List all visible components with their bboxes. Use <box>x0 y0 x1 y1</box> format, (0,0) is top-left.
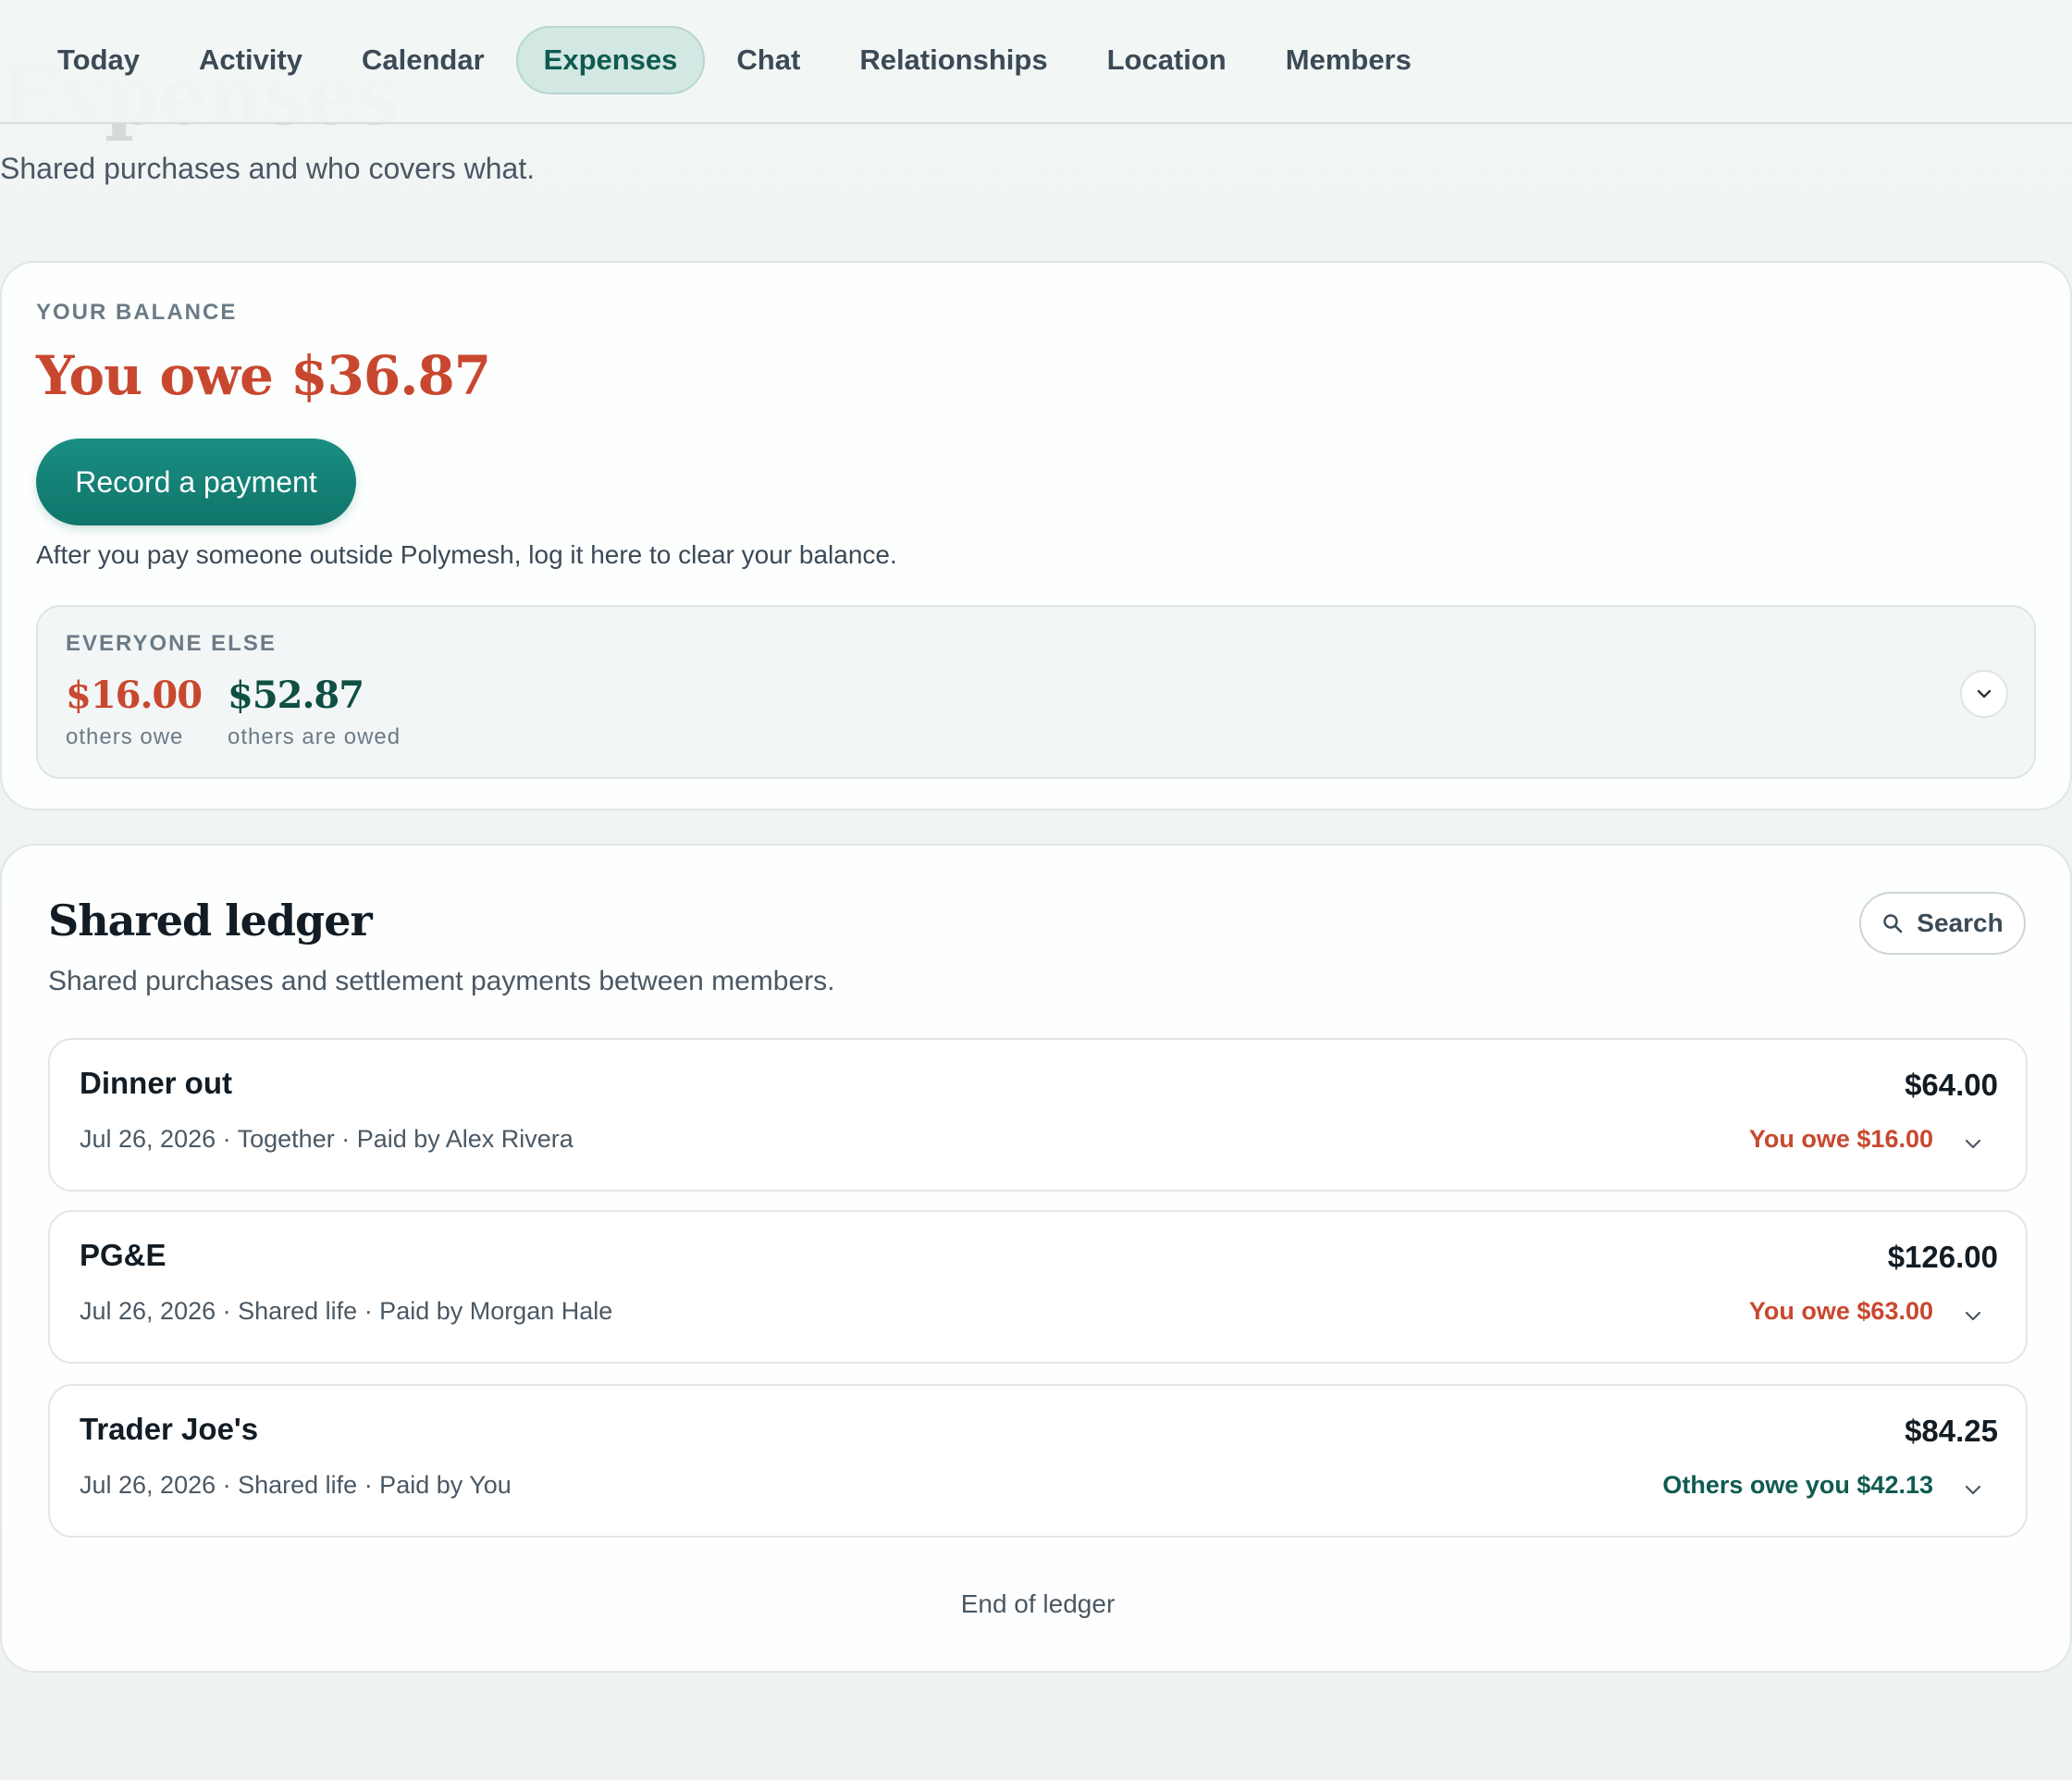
nav-tabs: Today Activity Calendar Expenses Chat Re… <box>30 26 1439 94</box>
ledger-title: Shared ledger <box>48 896 373 946</box>
tab-expenses[interactable]: Expenses <box>515 26 706 94</box>
tab-relationships[interactable]: Relationships <box>832 26 1075 94</box>
tab-chat[interactable]: Chat <box>709 26 828 94</box>
chevron-down-icon[interactable] <box>1959 1477 1987 1504</box>
ledger-entry-dinner-out[interactable]: Dinner out Jul 26, 2026 · Together · Pai… <box>48 1038 2028 1192</box>
chevron-down-icon <box>1977 689 1992 698</box>
balance-help-text: After you pay someone outside Polymesh, … <box>36 540 897 569</box>
entry-name: PG&E <box>80 1238 166 1272</box>
chevron-down-icon[interactable] <box>1959 1303 1987 1330</box>
entry-name: Trader Joe's <box>80 1412 259 1446</box>
entry-amount: $64.00 <box>1905 1068 1998 1102</box>
entry-amount: $84.25 <box>1905 1414 1998 1448</box>
entry-status: You owe $63.00 <box>1748 1297 1933 1325</box>
balance-card: YOUR BALANCE You owe $36.87 Record a pay… <box>0 261 2072 810</box>
entry-meta: Jul 26, 2026 · Shared life · Paid by You <box>80 1471 512 1499</box>
everyone-else-eyebrow: EVERYONE ELSE <box>66 631 277 656</box>
others-owed-label: others are owed <box>228 724 401 749</box>
entry-meta: Jul 26, 2026 · Shared life · Paid by Mor… <box>80 1297 613 1325</box>
search-icon <box>1883 914 1903 933</box>
entry-status: You owe $16.00 <box>1748 1125 1933 1153</box>
tab-activity[interactable]: Activity <box>171 26 330 94</box>
ledger-entry-pge[interactable]: PG&E Jul 26, 2026 · Shared life · Paid b… <box>48 1210 2028 1364</box>
expenses-page: Today Activity Calendar Expenses Chat Re… <box>0 0 2072 1780</box>
entry-amount: $126.00 <box>1887 1240 1998 1274</box>
page-subtitle: Shared purchases and who covers what. <box>0 152 536 185</box>
record-payment-button[interactable]: Record a payment <box>36 439 356 525</box>
tab-today[interactable]: Today <box>30 26 167 94</box>
ledger-subtitle: Shared purchases and settlement payments… <box>48 966 835 996</box>
search-label: Search <box>1917 909 2004 937</box>
others-owed-value: $52.87 <box>228 674 364 717</box>
expand-others-button[interactable] <box>1960 670 2008 718</box>
end-of-ledger-note: End of ledger <box>960 1589 1116 1618</box>
others-owe-stat: $16.00 others owe <box>66 674 203 750</box>
entry-meta: Jul 26, 2026 · Together · Paid by Alex R… <box>80 1125 574 1153</box>
tab-calendar[interactable]: Calendar <box>334 26 512 94</box>
ledger-search-button[interactable]: Search <box>1859 892 2026 955</box>
entry-name: Dinner out <box>80 1066 232 1100</box>
shared-ledger-card: Shared ledger Shared purchases and settl… <box>0 844 2072 1673</box>
others-owe-value: $16.00 <box>66 674 203 717</box>
others-owed-stat: $52.87 others are owed <box>228 674 401 750</box>
balance-amount: You owe $36.87 <box>36 344 491 407</box>
top-navigation: Today Activity Calendar Expenses Chat Re… <box>0 0 2072 124</box>
balance-eyebrow: YOUR BALANCE <box>36 300 238 325</box>
everyone-else-summary[interactable]: EVERYONE ELSE $16.00 others owe $52.87 o… <box>36 605 2036 779</box>
tab-location[interactable]: Location <box>1079 26 1254 94</box>
entry-status: Others owe you $42.13 <box>1662 1471 1933 1499</box>
chevron-down-icon[interactable] <box>1959 1131 1987 1158</box>
others-owe-label: others owe <box>66 724 184 749</box>
tab-members[interactable]: Members <box>1258 26 1439 94</box>
ledger-entry-trader-joes[interactable]: Trader Joe's Jul 26, 2026 · Shared life … <box>48 1384 2028 1538</box>
